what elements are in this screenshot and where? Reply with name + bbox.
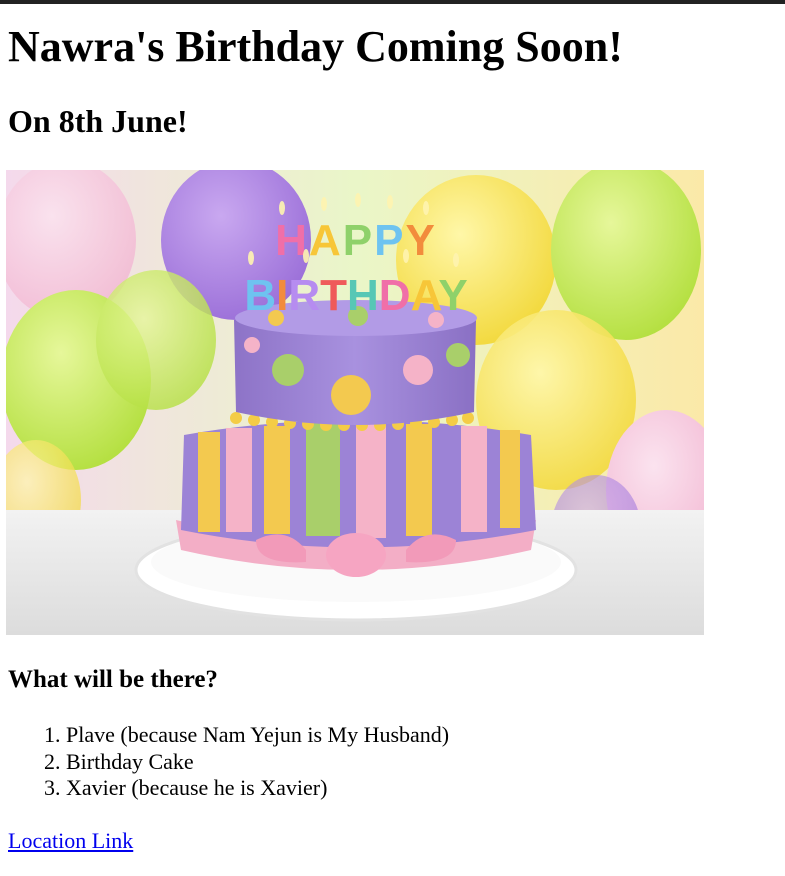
candles-happy: HAPPY (275, 216, 437, 265)
list-item: Birthday Cake (66, 749, 777, 776)
candle-letter: A (411, 271, 442, 320)
candle-letter: I (276, 271, 288, 320)
candles-birthday: BIRTHDAY (244, 271, 467, 320)
candle-letter: P (343, 216, 374, 265)
candle-letter: A (309, 216, 343, 265)
section-title: What will be there? (8, 666, 218, 693)
page-title: Nawra's Birthday Coming Soon! (8, 22, 623, 71)
candle-letter: P (374, 216, 405, 265)
location-link[interactable]: Location Link (8, 828, 133, 853)
link-paragraph: Location Link (8, 828, 777, 854)
birthday-cake-image: HAPPY BIRTHDAY (6, 170, 704, 635)
candle-letter: H (347, 271, 379, 320)
candle-letter: R (288, 271, 320, 320)
candle-letter: Y (438, 271, 467, 320)
candle-letter: B (244, 271, 276, 320)
items-list: Plave (because Nam Yejun is My Husband) … (8, 722, 777, 802)
list-item: Xavier (because he is Xavier) (66, 775, 777, 802)
candle-letter: T (320, 271, 347, 320)
list-item: Plave (because Nam Yejun is My Husband) (66, 722, 777, 749)
candle-letter: D (379, 271, 411, 320)
event-date: On 8th June! (8, 103, 188, 139)
candle-letter: Y (405, 216, 436, 265)
